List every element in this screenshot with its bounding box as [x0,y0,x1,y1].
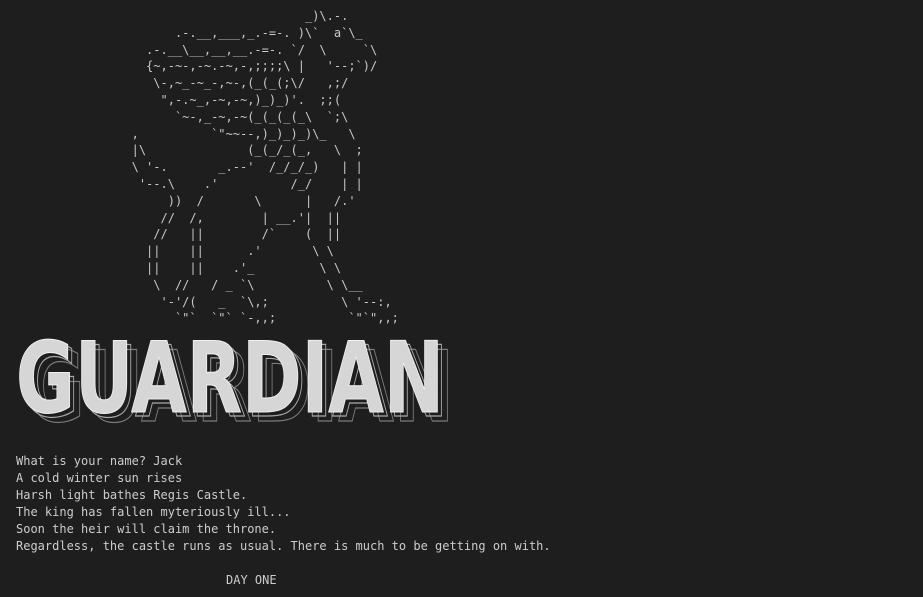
story-output: What is your name? Jack A cold winter su… [16,453,551,555]
story-line: The king has fallen myteriously ill... [16,505,291,519]
story-line: Regardless, the castle runs as usual. Th… [16,539,551,553]
name-prompt-line: What is your name? Jack [16,454,183,468]
day-label: DAY ONE [226,573,277,587]
guardian-title-banner: GUARDIAN GUARDIAN GUARDIAN GUARDIAN [16,330,455,430]
knight-horse-ascii-art: _)\.-. .-.__,___,_.-=-. )\` a`\_ .-.__\_… [131,9,399,326]
story-line: Harsh light bathes Regis Castle. [16,488,248,502]
story-line: Soon the heir will claim the throne. [16,522,277,536]
title-text: GUARDIAN [16,330,444,430]
terminal-window: _)\.-. .-.__,___,_.-=-. )\` a`\_ .-.__\_… [0,0,923,597]
story-line: A cold winter sun rises [16,471,183,485]
